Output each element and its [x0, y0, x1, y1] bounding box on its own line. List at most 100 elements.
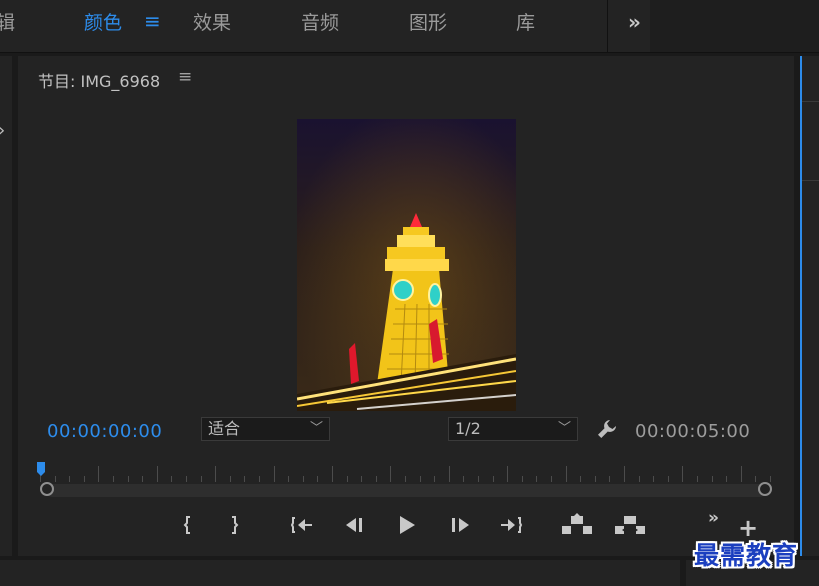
ruler-tick	[230, 476, 231, 482]
go-to-out-icon	[501, 517, 523, 533]
ruler-tick	[741, 466, 742, 482]
ruler-tick	[113, 476, 114, 482]
ruler-tick	[347, 476, 348, 482]
ruler-tick	[186, 476, 187, 482]
ruler-tick	[84, 476, 85, 482]
step-forward-icon	[452, 518, 469, 532]
scrollbar-handle-left[interactable]	[40, 482, 54, 496]
ruler-tick	[668, 476, 669, 482]
chevron-down-icon: ﹀	[557, 421, 571, 436]
mark-in-icon	[183, 516, 190, 534]
ruler-tick	[639, 476, 640, 482]
ruler-tick	[215, 466, 216, 482]
ruler-tick	[376, 476, 377, 482]
ruler-tick	[726, 476, 727, 482]
lift-button[interactable]	[561, 512, 593, 538]
mark-in-button[interactable]	[175, 512, 201, 538]
watermark-logo: 最需教育	[694, 541, 799, 570]
ruler-tick	[303, 476, 304, 482]
ruler-tick	[171, 476, 172, 482]
play-button[interactable]	[394, 512, 420, 538]
bottom-panel	[0, 560, 680, 586]
more-workspaces-icon[interactable]: »	[628, 10, 641, 34]
top-right-area	[650, 0, 819, 52]
workspace-tab-effects[interactable]: 效果	[193, 10, 231, 36]
monitor-title[interactable]: 节目: IMG_6968	[38, 68, 160, 92]
more-controls-icon[interactable]: »	[708, 508, 719, 528]
settings-wrench-icon[interactable]	[596, 418, 618, 444]
ruler-tick	[463, 476, 464, 482]
zoom-fit-select[interactable]: 适合 ﹀	[201, 417, 330, 441]
scrollbar-handle-right[interactable]	[758, 482, 772, 496]
step-back-icon	[346, 518, 362, 532]
ruler-tick	[201, 476, 202, 482]
expand-panel-icon[interactable]: ›	[0, 120, 5, 141]
go-to-in-icon	[290, 517, 312, 533]
ruler-tick	[697, 476, 698, 482]
chevron-down-icon: ﹀	[309, 421, 323, 436]
right-panel	[800, 56, 819, 556]
ruler-tick	[478, 476, 479, 482]
play-icon	[400, 516, 415, 534]
ruler-tick	[98, 466, 99, 482]
ruler-tick	[493, 476, 494, 482]
playback-resolution-select[interactable]: 1/2 ﹀	[448, 417, 578, 441]
mark-out-icon	[232, 516, 239, 534]
workspace-bar: 辑 颜色 ≡ 效果 音频 图形 库 »	[0, 0, 819, 53]
extract-icon	[615, 516, 645, 534]
workspace-tab-audio[interactable]: 音频	[301, 10, 339, 36]
ruler-tick	[361, 476, 362, 482]
zoom-scrollbar[interactable]	[46, 484, 766, 497]
video-preview[interactable]	[297, 119, 516, 411]
ruler-tick	[609, 476, 610, 482]
ruler-tick	[580, 476, 581, 482]
ruler-tick	[536, 476, 537, 482]
ruler-tick	[566, 466, 567, 482]
workspace-menu-icon[interactable]: ≡	[144, 9, 161, 33]
ruler-tick	[274, 466, 275, 482]
step-forward-button[interactable]	[447, 512, 473, 538]
ruler-tick	[522, 476, 523, 482]
ruler-tick	[755, 476, 756, 482]
ruler-tick	[434, 476, 435, 482]
playhead[interactable]	[37, 461, 45, 476]
ruler-tick	[507, 466, 508, 482]
ruler-tick	[420, 476, 421, 482]
ruler-tick	[332, 466, 333, 482]
monitor-menu-icon[interactable]: ≡	[178, 67, 192, 87]
ruler-tick	[390, 466, 391, 482]
mark-out-button[interactable]	[221, 512, 247, 538]
ruler-tick	[653, 476, 654, 482]
ruler-tick	[405, 476, 406, 482]
zoom-fit-value: 适合	[208, 419, 241, 438]
extract-button[interactable]	[614, 512, 646, 538]
go-to-out-button[interactable]	[498, 512, 524, 538]
ruler-tick	[624, 466, 625, 482]
ruler-tick	[157, 466, 158, 482]
step-back-button[interactable]	[342, 512, 368, 538]
workspace-tab-graphics[interactable]: 图形	[409, 10, 447, 36]
ruler-tick	[449, 466, 450, 482]
ruler-tick	[317, 476, 318, 482]
go-to-in-button[interactable]	[289, 512, 315, 538]
ruler-tick	[128, 476, 129, 482]
ruler-tick	[55, 476, 56, 482]
ruler-tick	[551, 476, 552, 482]
left-panel: ›	[0, 56, 12, 556]
workspace-tab-editing[interactable]: 辑	[0, 10, 15, 36]
clock-tower-image	[297, 119, 516, 411]
workspace-tab-libraries[interactable]: 库	[516, 10, 535, 36]
ruler-tick	[770, 476, 771, 482]
ruler-tick	[288, 476, 289, 482]
ruler-tick	[244, 476, 245, 482]
divider	[802, 180, 819, 181]
divider	[607, 0, 608, 52]
ruler-tick	[712, 476, 713, 482]
ruler-tick	[69, 476, 70, 482]
ruler-tick	[259, 476, 260, 482]
ruler-tick	[595, 476, 596, 482]
current-timecode[interactable]: 00:00:00:00	[47, 421, 162, 442]
divider	[802, 101, 819, 102]
time-ruler[interactable]	[40, 458, 771, 482]
workspace-tab-color[interactable]: 颜色	[84, 10, 122, 36]
